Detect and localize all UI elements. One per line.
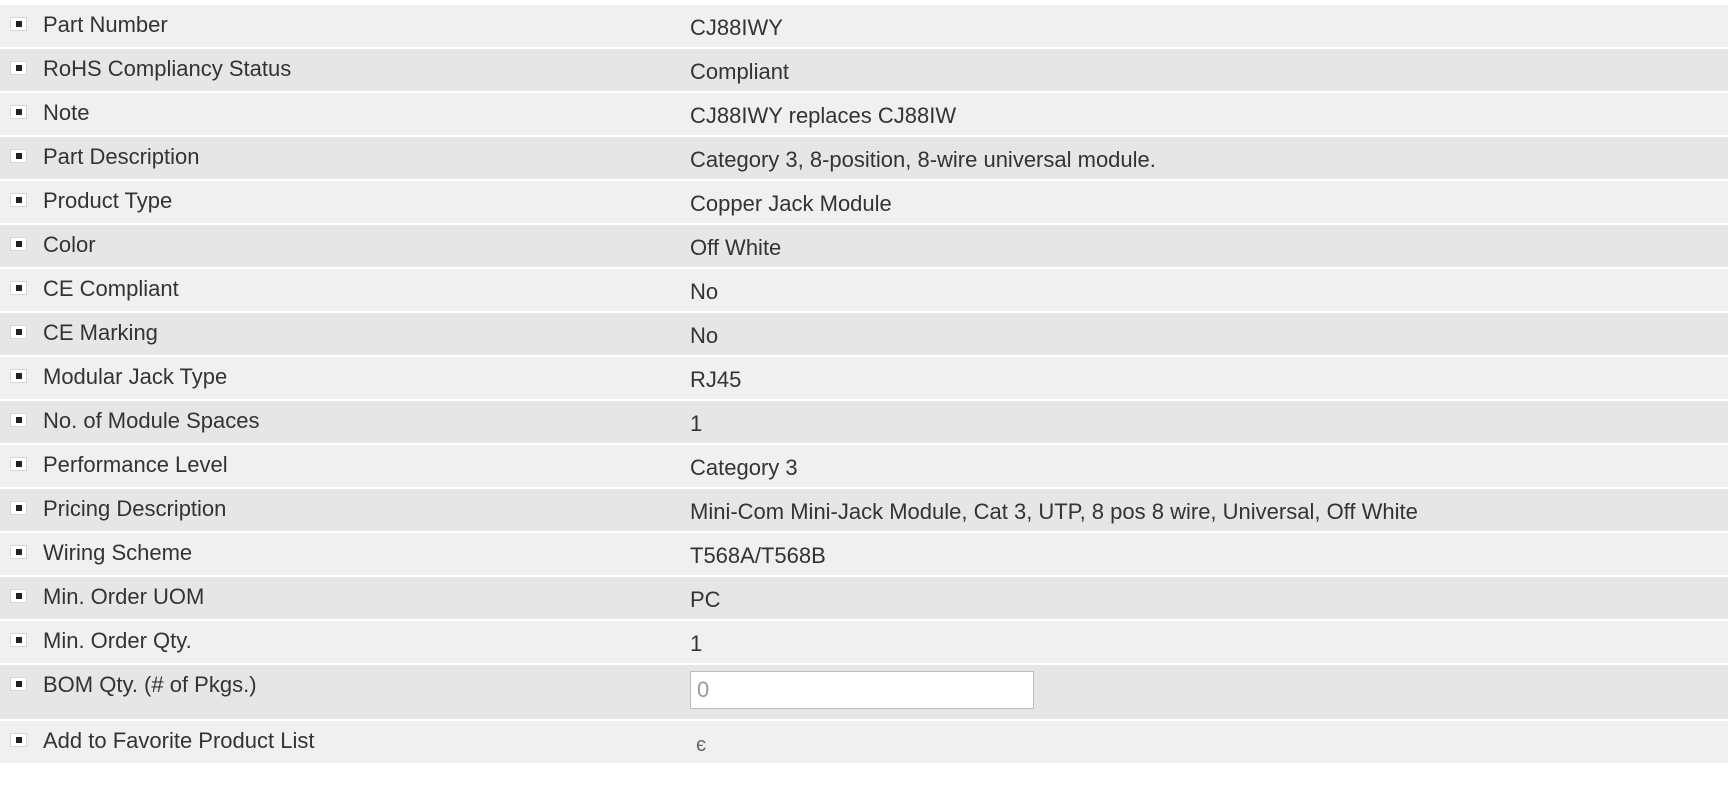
spec-row-min-order-uom: Min. Order UOM PC [0,577,1728,621]
spec-label-cell: Wiring Scheme [0,541,690,565]
spec-label-cell: Min. Order Qty. [0,629,690,653]
bullet-icon [10,237,27,251]
spec-label: Min. Order UOM [43,584,205,609]
spec-value: Mini-Com Mini-Jack Module, Cat 3, UTP, 8… [690,499,1418,524]
favorite-cell: є [690,729,1728,758]
spec-label-cell: Color [0,233,690,257]
bullet-icon [10,61,27,75]
spec-label: Pricing Description [43,496,227,521]
bullet-icon [10,193,27,207]
spec-label-cell: Product Type [0,189,690,213]
bullet-icon [10,457,27,471]
spec-label-cell: Pricing Description [0,497,690,521]
spec-label-cell: BOM Qty. (# of Pkgs.) [0,673,690,697]
bullet-icon [10,413,27,427]
bullet-icon [10,633,27,647]
spec-row-performance-level: Performance Level Category 3 [0,445,1728,489]
favorite-icon[interactable]: є [696,732,706,758]
spec-label-cell: Min. Order UOM [0,585,690,609]
spec-label: Add to Favorite Product List [43,728,315,753]
spec-row-min-order-qty: Min. Order Qty. 1 [0,621,1728,665]
bullet-icon [10,545,27,559]
bullet-icon [10,149,27,163]
bullet-icon [10,501,27,515]
spec-row-part-number: Part Number CJ88IWY [0,5,1728,49]
bullet-icon [10,325,27,339]
bullet-icon [10,369,27,383]
spec-label: Min. Order Qty. [43,628,192,653]
bullet-icon [10,589,27,603]
spec-value: RJ45 [690,367,742,392]
bullet-icon [10,677,27,691]
spec-label-cell: CE Compliant [0,277,690,301]
spec-label: Note [43,100,90,125]
spec-label-cell: Note [0,101,690,125]
spec-row-color: Color Off White [0,225,1728,269]
bullet-icon [10,281,27,295]
spec-label: Wiring Scheme [43,540,193,565]
spec-row-product-type: Product Type Copper Jack Module [0,181,1728,225]
spec-label: Part Number [43,12,168,37]
spec-label-cell: No. of Module Spaces [0,409,690,433]
spec-label: CE Marking [43,320,158,345]
spec-row-pricing-description: Pricing Description Mini-Com Mini-Jack M… [0,489,1728,533]
bullet-icon [10,17,27,31]
spec-row-note: Note CJ88IWY replaces CJ88IW [0,93,1728,137]
spec-label-cell: CE Marking [0,321,690,345]
spec-value: Off White [690,235,782,260]
spec-label: Modular Jack Type [43,364,228,389]
spec-row-ce-compliant: CE Compliant No [0,269,1728,313]
bullet-icon [10,733,27,747]
bom-qty-cell [690,671,1728,709]
spec-value: T568A/T568B [690,543,826,568]
spec-value: Compliant [690,59,790,84]
spec-row-module-spaces: No. of Module Spaces 1 [0,401,1728,445]
spec-row-bom-qty: BOM Qty. (# of Pkgs.) [0,665,1728,721]
spec-row-modular-jack-type: Modular Jack Type RJ45 [0,357,1728,401]
spec-value: Category 3 [690,455,798,480]
spec-label-cell: Part Description [0,145,690,169]
spec-row-wiring-scheme: Wiring Scheme T568A/T568B [0,533,1728,577]
spec-label: BOM Qty. (# of Pkgs.) [43,672,257,697]
spec-label-cell: RoHS Compliancy Status [0,57,690,81]
spec-value: Copper Jack Module [690,191,892,216]
spec-row-ce-marking: CE Marking No [0,313,1728,357]
spec-value: 1 [690,631,703,656]
spec-label: Color [43,232,96,257]
spec-label: Product Type [43,188,173,213]
product-spec-table: Part Number CJ88IWY RoHS Compliancy Stat… [0,5,1728,765]
spec-row-add-favorite: Add to Favorite Product List є [0,721,1728,765]
spec-label: Performance Level [43,452,228,477]
spec-label: RoHS Compliancy Status [43,56,292,81]
bullet-icon [10,105,27,119]
spec-label: No. of Module Spaces [43,408,260,433]
spec-label-cell: Add to Favorite Product List [0,729,690,753]
spec-label-cell: Modular Jack Type [0,365,690,389]
spec-value: Category 3, 8-position, 8-wire universal… [690,147,1156,172]
spec-label: CE Compliant [43,276,179,301]
spec-value: No [690,279,719,304]
spec-value: CJ88IWY replaces CJ88IW [690,103,957,128]
spec-value: 1 [690,411,703,436]
spec-value: PC [690,587,721,612]
spec-value: CJ88IWY [690,15,783,40]
bom-qty-input[interactable] [690,671,1034,709]
spec-value: No [690,323,719,348]
spec-label-cell: Performance Level [0,453,690,477]
spec-label-cell: Part Number [0,13,690,37]
spec-row-rohs: RoHS Compliancy Status Compliant [0,49,1728,93]
spec-row-part-description: Part Description Category 3, 8-position,… [0,137,1728,181]
spec-label: Part Description [43,144,200,169]
